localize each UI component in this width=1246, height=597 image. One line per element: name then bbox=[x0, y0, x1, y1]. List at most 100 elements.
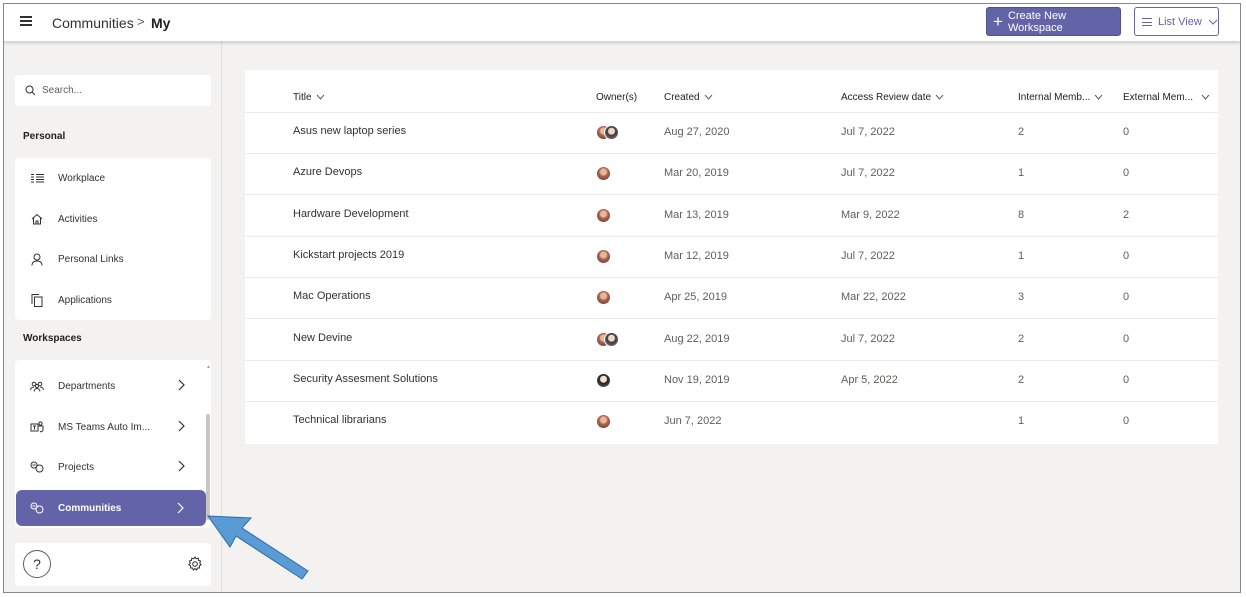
search-icon bbox=[25, 85, 36, 96]
list-view-label: List View bbox=[1158, 15, 1202, 28]
pointer-arrow-icon bbox=[206, 515, 309, 580]
chevron-down-icon bbox=[1208, 19, 1218, 25]
column-external-label: External Mem... bbox=[1123, 92, 1194, 103]
chevron-right-icon bbox=[178, 460, 185, 472]
chevron-down-icon bbox=[704, 94, 712, 100]
gear-icon[interactable] bbox=[187, 556, 203, 572]
column-review-label: Access Review date bbox=[841, 92, 932, 103]
sidebar-item-label: Projects bbox=[58, 461, 95, 473]
table-row[interactable]: Mac Operations Apr 25, 2019 Mar 22, 2022 3 0 bbox=[245, 278, 1218, 320]
sidebar-item-ms-teams[interactable]: MS Teams Auto Im... bbox=[15, 407, 211, 447]
row-external-members: 2 bbox=[1123, 208, 1130, 221]
row-created: Nov 19, 2019 bbox=[664, 373, 730, 386]
table-row[interactable]: Security Assesment Solutions Nov 19, 2019… bbox=[245, 361, 1218, 402]
row-title[interactable]: Security Assesment Solutions bbox=[293, 373, 438, 385]
chevron-right-icon: > bbox=[137, 14, 145, 29]
row-title[interactable]: Azure Devops bbox=[293, 166, 362, 178]
create-workspace-label: Create New Workspace bbox=[1007, 9, 1067, 34]
help-icon[interactable]: ? bbox=[23, 550, 51, 578]
row-internal-members: 2 bbox=[1018, 373, 1025, 386]
sidebar-item-personal-links[interactable]: Personal Links bbox=[15, 239, 211, 279]
table-row[interactable]: Kickstart projects 2019 Mar 12, 2019 Jul 7… bbox=[245, 237, 1218, 278]
breadcrumb-root[interactable]: Communities bbox=[52, 14, 134, 32]
sidebar-item-departments[interactable]: Departments bbox=[15, 366, 211, 406]
chevron-down-icon bbox=[316, 94, 324, 100]
teams-icon bbox=[30, 420, 44, 434]
person-icon bbox=[30, 252, 44, 266]
workspace-table: Title Owner(s) Created Access Review dat… bbox=[245, 70, 1218, 444]
row-created: Mar 13, 2019 bbox=[664, 208, 729, 221]
table-header: Title Owner(s) Created Access Review dat… bbox=[245, 70, 1218, 113]
chevron-down-icon bbox=[1201, 94, 1210, 100]
chevron-down-icon bbox=[1094, 94, 1103, 100]
search-input[interactable]: Search... bbox=[15, 75, 211, 106]
column-header-created[interactable]: Created bbox=[664, 92, 713, 103]
row-internal-members: 3 bbox=[1018, 291, 1025, 304]
row-access-review: Mar 22, 2022 bbox=[841, 291, 906, 304]
table-row[interactable]: Technical librarians Jun 7, 2022 1 0 bbox=[245, 402, 1218, 443]
column-header-internal[interactable]: Internal Memb... bbox=[1018, 92, 1103, 103]
search-placeholder: Search... bbox=[42, 85, 83, 96]
table-row[interactable]: Asus new laptop series Aug 27, 2020 Jul 7,… bbox=[245, 113, 1218, 154]
table-row[interactable]: Azure Devops Mar 20, 2019 Jul 7, 2022 1 0 bbox=[245, 154, 1218, 196]
sidebar: Search... Personal Workplace Activities bbox=[4, 42, 222, 592]
plus-icon: + bbox=[993, 11, 1003, 31]
sidebar-item-activities[interactable]: Activities bbox=[15, 199, 211, 239]
table-row[interactable]: Hardware Development Mar 13, 2019 Mar 9, 2… bbox=[245, 196, 1218, 237]
row-external-members: 0 bbox=[1123, 332, 1130, 345]
workspaces-heading: Workspaces bbox=[23, 333, 82, 344]
workspaces-nav: Departments MS Teams Auto Im... Projects bbox=[15, 360, 211, 528]
row-internal-members: 8 bbox=[1018, 208, 1025, 221]
avatar bbox=[596, 248, 611, 264]
row-created: Mar 20, 2019 bbox=[664, 167, 729, 180]
sidebar-item-workplace[interactable]: Workplace bbox=[15, 158, 211, 198]
create-workspace-button[interactable]: + Create New Workspace bbox=[986, 7, 1121, 36]
list-view-dropdown[interactable]: List View bbox=[1134, 7, 1219, 36]
avatar bbox=[604, 125, 619, 140]
row-title[interactable]: Technical librarians bbox=[293, 414, 387, 426]
sidebar-item-label: Applications bbox=[58, 294, 112, 306]
hamburger-menu-icon[interactable] bbox=[20, 16, 34, 28]
row-access-review: Jul 7, 2022 bbox=[841, 126, 895, 138]
list-icon bbox=[1142, 17, 1152, 26]
scrollbar-thumb[interactable] bbox=[206, 414, 210, 520]
row-title[interactable]: Mac Operations bbox=[293, 290, 371, 302]
row-title[interactable]: Asus new laptop series bbox=[293, 125, 406, 137]
sidebar-footer: ? bbox=[15, 543, 211, 586]
home-icon bbox=[30, 212, 44, 226]
row-access-review: Mar 9, 2022 bbox=[841, 208, 900, 221]
sidebar-item-projects[interactable]: Projects bbox=[15, 447, 211, 487]
grid-list-icon bbox=[30, 171, 44, 185]
avatar bbox=[596, 290, 611, 306]
sidebar-scrollbar[interactable]: ▲ bbox=[205, 364, 211, 520]
projects-icon bbox=[30, 460, 44, 474]
people-icon bbox=[30, 379, 44, 393]
row-title[interactable]: Hardware Development bbox=[293, 208, 409, 220]
sidebar-item-applications[interactable]: Applications bbox=[15, 280, 211, 320]
table-row[interactable]: New Devine Aug 22, 2019 Jul 7, 2022 2 0 bbox=[245, 320, 1218, 361]
row-created: Aug 27, 2020 bbox=[664, 126, 730, 138]
sidebar-item-label: Departments bbox=[58, 380, 116, 392]
communities-icon bbox=[30, 501, 44, 515]
row-internal-members: 1 bbox=[1018, 415, 1025, 428]
row-created: Apr 25, 2019 bbox=[664, 291, 727, 304]
sidebar-item-communities[interactable]: Communities bbox=[16, 490, 206, 526]
top-bar: Communities > My + Create New Workspace … bbox=[4, 4, 1240, 42]
sidebar-item-label: Activities bbox=[58, 213, 98, 225]
scroll-up-icon[interactable]: ▲ bbox=[206, 364, 211, 370]
column-header-access-review[interactable]: Access Review date bbox=[841, 92, 944, 103]
column-header-title[interactable]: Title bbox=[293, 92, 325, 103]
row-access-review: Apr 5, 2022 bbox=[841, 373, 898, 386]
chevron-right-icon bbox=[178, 379, 185, 391]
row-access-review: Jul 7, 2022 bbox=[841, 167, 895, 180]
column-header-external[interactable]: External Mem... bbox=[1123, 92, 1210, 103]
sidebar-item-label: Communities bbox=[58, 502, 122, 514]
row-title[interactable]: Kickstart projects 2019 bbox=[293, 249, 404, 261]
row-access-review: Jul 7, 2022 bbox=[841, 249, 895, 262]
chevron-down-icon bbox=[935, 94, 944, 100]
row-internal-members: 1 bbox=[1018, 249, 1025, 262]
row-external-members: 0 bbox=[1123, 249, 1130, 262]
row-created: Mar 12, 2019 bbox=[664, 249, 729, 262]
personal-nav: Workplace Activities Personal Links Appl… bbox=[15, 158, 211, 320]
row-title[interactable]: New Devine bbox=[293, 332, 352, 344]
